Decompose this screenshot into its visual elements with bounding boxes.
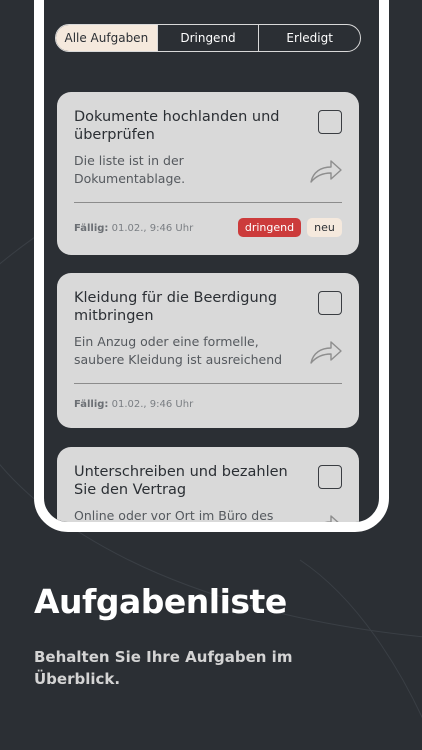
- task-description: Ein Anzug oder eine formelle, saubere Kl…: [74, 334, 283, 367]
- promo-headline: Aufgabenliste: [34, 582, 287, 621]
- due-value: 01.02., 9:46 Uhr: [111, 223, 194, 234]
- share-arrow-icon[interactable]: [309, 158, 343, 184]
- task-card[interactable]: Unterschreiben und bezahlen Sie den Vert…: [57, 447, 359, 522]
- new-badge: neu: [307, 218, 342, 237]
- promo-subline: Behalten Sie Ihre Aufgaben im Überblick.: [34, 648, 293, 688]
- filter-tabs: Alle Aufgaben Dringend Erledigt: [55, 24, 361, 52]
- task-title: Kleidung für die Beerdigung mitbringen: [74, 290, 278, 324]
- urgent-badge: dringend: [238, 218, 301, 237]
- task-card[interactable]: Kleidung für die Beerdigung mitbringen E…: [57, 273, 359, 428]
- task-description: Die liste ist in der Dokumentablage.: [74, 153, 186, 186]
- phone-frame: Alle Aufgaben Dringend Erledigt Dokument…: [34, 0, 389, 532]
- checkbox-icon[interactable]: [318, 110, 342, 134]
- card-divider: [74, 383, 342, 384]
- tab-erledigt[interactable]: Erledigt: [258, 25, 360, 51]
- task-title: Unterschreiben und bezahlen Sie den Vert…: [74, 464, 288, 498]
- task-description: Online oder vor Ort im Büro des Bestattu…: [74, 508, 274, 522]
- share-arrow-icon[interactable]: [309, 513, 343, 522]
- due-date: Fällig: 01.02., 9:46 Uhr: [74, 223, 193, 234]
- due-value: 01.02., 9:46 Uhr: [111, 399, 194, 410]
- tab-alle-aufgaben[interactable]: Alle Aufgaben: [56, 25, 157, 51]
- card-divider: [74, 202, 342, 203]
- due-label: Fällig:: [74, 399, 109, 410]
- checkbox-icon[interactable]: [318, 465, 342, 489]
- due-label: Fällig:: [74, 223, 109, 234]
- due-date: Fällig: 01.02., 9:46 Uhr: [74, 399, 193, 410]
- task-title: Dokumente hochlanden und überprüfen: [74, 109, 280, 143]
- task-card[interactable]: Dokumente hochlanden und überprüfen Die …: [57, 92, 359, 255]
- tab-dringend[interactable]: Dringend: [156, 25, 259, 51]
- share-arrow-icon[interactable]: [309, 339, 343, 365]
- app-screen: Alle Aufgaben Dringend Erledigt Dokument…: [44, 0, 379, 522]
- checkbox-icon[interactable]: [318, 291, 342, 315]
